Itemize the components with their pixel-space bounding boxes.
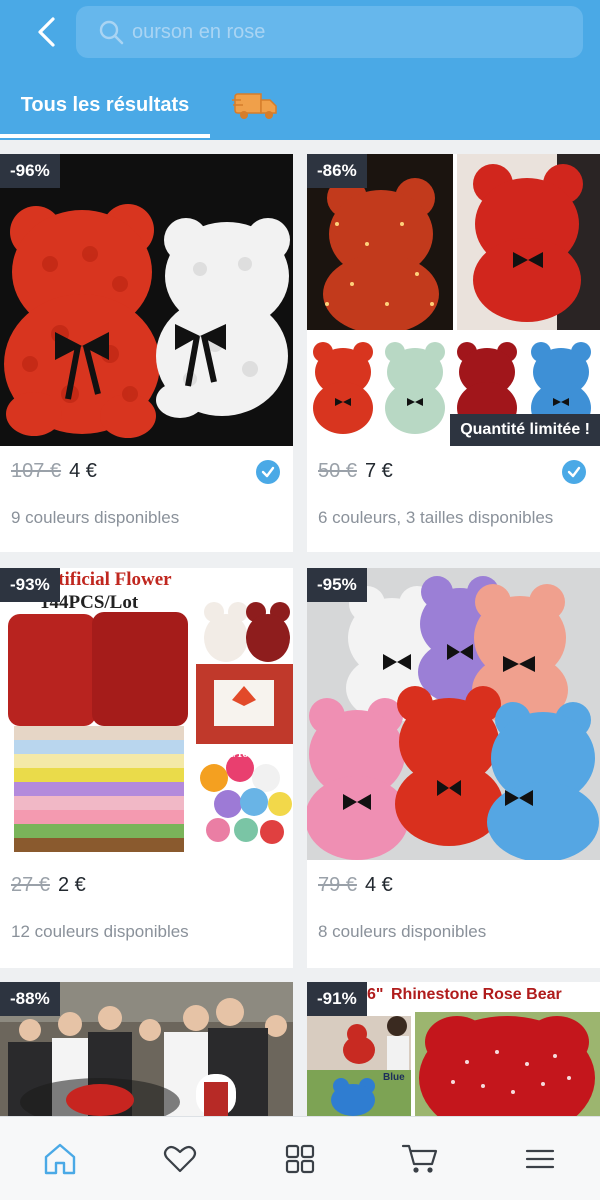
product-card[interactable]: -95% 79 € 4 € 8 couleurs disponibles: [307, 568, 600, 968]
nav-categories[interactable]: [270, 1129, 330, 1189]
limited-quantity-badge: Quantité limitée !: [450, 414, 600, 446]
price-row: 50 € 7 €: [318, 460, 393, 483]
product-image-caption: 2CM/16 Colors: [210, 748, 282, 760]
price: 7 €: [364, 460, 393, 482]
product-image: -96%: [0, 154, 293, 446]
tab-shipping[interactable]: [230, 88, 282, 122]
variants-label: 8 couleurs disponibles: [318, 922, 487, 941]
discount-badge: -88%: [0, 982, 60, 1016]
product-card[interactable]: -96% 107 € 4 € 9 couleurs disponibles: [0, 154, 293, 552]
price-row: 27 € 2 €: [11, 874, 86, 897]
product-card[interactable]: 6" Rhinestone Rose Bear Blue -91%: [307, 982, 600, 1116]
discount-badge: -86%: [307, 154, 367, 188]
variants-label: 9 couleurs disponibles: [11, 508, 180, 527]
tab-all-results[interactable]: Tous les résultats: [0, 82, 210, 138]
search-icon: [96, 17, 126, 47]
nav-home[interactable]: [30, 1129, 90, 1189]
product-image: -86% Quantité limitée !: [307, 154, 600, 446]
cart-icon: [401, 1144, 438, 1173]
check-badge-icon: [256, 460, 280, 484]
product-image: -88%: [0, 982, 293, 1116]
product-card[interactable]: -88%: [0, 982, 293, 1116]
product-card[interactable]: Artificial Flower 144PCS/Lot 2CM/16 Colo…: [0, 568, 293, 968]
nav-menu[interactable]: [510, 1129, 570, 1189]
heart-icon: [163, 1145, 197, 1172]
product-image: -95%: [307, 568, 600, 860]
price: 2 €: [57, 874, 86, 896]
product-image-tag: Blue: [383, 1072, 405, 1083]
product-image-prefix: 6": [367, 986, 384, 1003]
nav-cart[interactable]: [390, 1129, 450, 1189]
grid-icon: [285, 1144, 315, 1173]
product-image: 6" Rhinestone Rose Bear Blue -91%: [307, 982, 600, 1116]
variants-label: 12 couleurs disponibles: [11, 922, 189, 941]
discount-badge: -93%: [0, 568, 60, 602]
discount-badge: -96%: [0, 154, 60, 188]
product-card[interactable]: -86% Quantité limitée ! 50 € 7 € 6 coule…: [307, 154, 600, 552]
nav-wishlist[interactable]: [150, 1129, 210, 1189]
price: 4 €: [69, 460, 97, 482]
tab-all-results-label: Tous les résultats: [20, 94, 190, 116]
old-price: 27 €: [11, 874, 50, 896]
price: 4 €: [364, 874, 393, 896]
check-badge-icon: [562, 460, 586, 484]
bottom-navigation: [0, 1116, 600, 1200]
search-input[interactable]: [132, 6, 583, 58]
chevron-left-icon: [38, 17, 55, 47]
discount-badge: -95%: [307, 568, 367, 602]
price-row: 107 € 4 €: [11, 460, 97, 483]
truck-icon: [232, 93, 277, 119]
price-row: 79 € 4 €: [318, 874, 393, 897]
old-price: 107 €: [11, 460, 62, 482]
variants-label: 6 couleurs, 3 tailles disponibles: [318, 508, 554, 527]
search-bar[interactable]: [76, 6, 583, 58]
discount-badge: -91%: [307, 982, 367, 1016]
old-price: 79 €: [318, 874, 357, 896]
menu-icon: [525, 1149, 555, 1168]
product-image: Artificial Flower 144PCS/Lot 2CM/16 Colo…: [0, 568, 293, 860]
product-image-title: Rhinestone Rose Bear: [391, 986, 562, 1003]
header: Tous les résultats: [0, 0, 600, 140]
back-button[interactable]: [26, 10, 68, 54]
old-price: 50 €: [318, 460, 357, 482]
tab-active-indicator: [0, 134, 210, 138]
home-icon: [44, 1143, 76, 1174]
